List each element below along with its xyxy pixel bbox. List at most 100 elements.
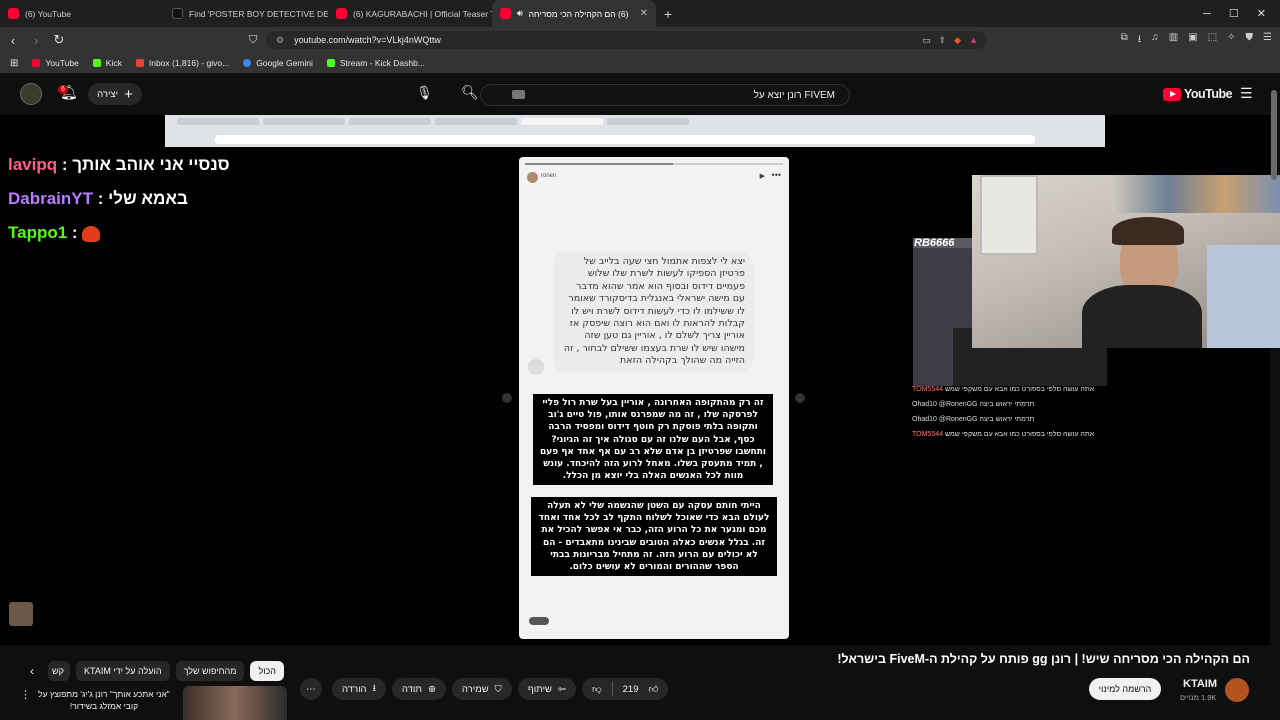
- subscribe-button[interactable]: הרשמה למינוי: [1089, 678, 1161, 700]
- like-icon[interactable]: 👍︎: [648, 683, 658, 695]
- stream-chat-line: DabrainYT : באמא שלי: [8, 189, 188, 208]
- story-username: ronen: [541, 173, 557, 179]
- browser-tab[interactable]: (6) YouTube: [0, 0, 164, 27]
- wallet-icon[interactable]: ▣: [1188, 32, 1197, 49]
- speaker-icon[interactable]: 🔊︎: [517, 8, 523, 19]
- url-text: youtube.com/watch?v=VLkj4nWQttw: [294, 35, 441, 45]
- share-icon[interactable]: ⇪: [939, 35, 947, 46]
- dislike-icon[interactable]: 👎︎: [592, 683, 602, 695]
- new-tab-icon[interactable]: +: [656, 6, 680, 22]
- bookmark-icon[interactable]: ⛉: [249, 34, 257, 47]
- kick-icon: [92, 59, 101, 67]
- menu-icon[interactable]: ☰: [1263, 32, 1272, 49]
- tab-label: Find 'POSTER BOY DETECTIVE DEXTE: [189, 8, 328, 19]
- logo[interactable]: YouTube: [1163, 87, 1233, 101]
- reload-icon[interactable]: ↻: [49, 32, 69, 48]
- like-count: 219: [622, 683, 639, 695]
- window-controls: ─ ☐ ✕: [1203, 0, 1280, 27]
- browser-tab[interactable]: Find 'POSTER BOY DETECTIVE DEXTE: [164, 0, 328, 27]
- overlay-name: RB6666: [914, 237, 955, 249]
- person-body: [1082, 285, 1202, 348]
- bookmark-gmail[interactable]: Inbox (1,816) - givo...: [135, 58, 229, 68]
- minimize-icon[interactable]: ─: [1203, 8, 1211, 20]
- search-input[interactable]: רונן יוצא על FIVEM: [480, 84, 850, 106]
- recommended-thumbnail[interactable]: [183, 686, 287, 720]
- url-bar[interactable]: ⚙ youtube.com/watch?v=VLkj4nWQttw ▭ ⇪ ◆ …: [266, 31, 986, 49]
- thanks-button[interactable]: תודה ⊕: [391, 678, 446, 700]
- chip-partial[interactable]: קש: [48, 661, 70, 681]
- bookmarks-bar: ⊞ YouTube Kick Inbox (1,816) - givo... G…: [0, 53, 1280, 73]
- stream-chat-line: lavipq : סנסיי אני אוהב אותך: [8, 155, 230, 174]
- story-text-block: הייתי חותם עסקה עם השטן שהנשמה שלי לא תע…: [531, 497, 777, 577]
- youtube-favicon-icon: [500, 8, 511, 19]
- channel-avatar[interactable]: [1225, 678, 1249, 702]
- story-bottom-avatars: [529, 617, 549, 625]
- youtube-play-icon: [1163, 87, 1181, 101]
- apps-icon[interactable]: ⊞: [10, 58, 18, 69]
- back-icon[interactable]: ‹: [3, 33, 23, 48]
- rec-more-icon[interactable]: ⋮: [20, 688, 31, 701]
- sidebar-icon[interactable]: ▥: [1169, 32, 1178, 49]
- brave-shield-icon[interactable]: ◆: [954, 35, 961, 46]
- chip-uploaded-by[interactable]: הועלה על ידי KTAIM: [76, 661, 170, 681]
- story-avatar: [527, 172, 538, 183]
- maximize-icon[interactable]: ☐: [1229, 7, 1239, 20]
- prev-story-icon: [502, 393, 512, 403]
- more-actions-button[interactable]: ⋯: [300, 678, 322, 700]
- search-button[interactable]: 🔍︎: [461, 84, 479, 101]
- next-story-icon: [795, 393, 805, 403]
- filter-chips: ‹ קש הועלה על ידי KTAIM מהחיפוש שלך הכול: [30, 661, 284, 681]
- youtube-favicon-icon: [336, 8, 347, 19]
- share-button[interactable]: שיתוף ⇦: [517, 678, 576, 700]
- bottom-left-avatar: [9, 602, 33, 626]
- download-icon[interactable]: ⭳: [1138, 32, 1142, 49]
- extension-icons: ⧉ ⭳ ♫ ▥ ▣ ⬚ ✧ ⛊ ☰: [1121, 32, 1272, 49]
- emote-icon: [82, 225, 101, 242]
- chip-from-search[interactable]: מהחיפוש שלך: [175, 661, 245, 681]
- hamburger-menu-icon[interactable]: ☰: [1240, 85, 1253, 102]
- chip-all[interactable]: הכול: [250, 661, 284, 681]
- bookmark-icon: ⛉: [494, 683, 502, 695]
- scrollbar[interactable]: [1271, 90, 1277, 180]
- bookmark-kick[interactable]: Kick: [92, 58, 122, 68]
- overlay-chat: TOM5544 אתה עושה סלפי בספורט כמו אבא עם …: [912, 382, 1107, 442]
- save-button[interactable]: שמירה ⛉: [451, 678, 512, 700]
- shield-icon[interactable]: ⛊: [1246, 32, 1254, 49]
- screenshot-icon[interactable]: ⬚: [1208, 32, 1217, 49]
- avatar[interactable]: [20, 83, 42, 105]
- ai-icon[interactable]: ✧: [1227, 32, 1235, 49]
- comment-bubble: יצא לי לצפות אתמול חצי שעה בלייב של פרטי…: [553, 252, 753, 372]
- rewards-icon[interactable]: ▲: [969, 35, 978, 46]
- bookmark-youtube[interactable]: YouTube: [32, 58, 79, 68]
- tiktok-favicon-icon: [172, 8, 183, 19]
- recommended-title[interactable]: "אני אתכע אותך" רונן ג'יג' מתפוצץ על קוב…: [36, 688, 172, 712]
- media-icon[interactable]: ♫: [1151, 32, 1159, 49]
- webcam: [972, 175, 1280, 348]
- plus-icon: +: [124, 85, 133, 103]
- overlay-chat-line: Ohad10 @RonenGG תרמתי יראוש ביצה: [912, 401, 1035, 408]
- channel-name[interactable]: KTAIM: [1183, 678, 1217, 690]
- close-tab-icon[interactable]: ✕: [640, 8, 648, 19]
- cast-icon[interactable]: ▭: [922, 35, 931, 46]
- kick-icon: [326, 59, 335, 67]
- voice-search-icon[interactable]: 🎙︎: [416, 85, 433, 101]
- browser-tab-active[interactable]: 🔊︎ (6) הם הקהילה הכי מסריחה ✕: [492, 0, 656, 27]
- commenter-avatar: [528, 359, 544, 375]
- keyboard-icon[interactable]: [512, 90, 525, 99]
- notification-badge: 6: [58, 85, 68, 94]
- gmail-icon: [135, 59, 144, 67]
- close-window-icon[interactable]: ✕: [1257, 7, 1266, 20]
- site-info-icon[interactable]: ⚙: [276, 35, 284, 46]
- like-dislike-group: 👎︎ 219 👍︎: [581, 678, 669, 700]
- download-button[interactable]: הורדה ⭳: [332, 678, 386, 700]
- bookmark-gemini[interactable]: Google Gemini: [243, 58, 313, 68]
- share-icon: ⇦: [557, 683, 566, 695]
- browser-tab[interactable]: (6) KAGURABACHI | Official Teaser Tr: [328, 0, 492, 27]
- create-button[interactable]: יצירה +: [88, 83, 142, 105]
- extensions-icon[interactable]: ⧉: [1121, 32, 1128, 49]
- chevron-left-icon[interactable]: ‹: [30, 664, 42, 678]
- bookmark-kick-dashboard[interactable]: Stream - Kick Dashb...: [326, 58, 425, 68]
- play-icon: ▶: [759, 173, 765, 180]
- forward-icon[interactable]: ›: [26, 33, 46, 48]
- tab-label: (6) YouTube: [25, 8, 71, 19]
